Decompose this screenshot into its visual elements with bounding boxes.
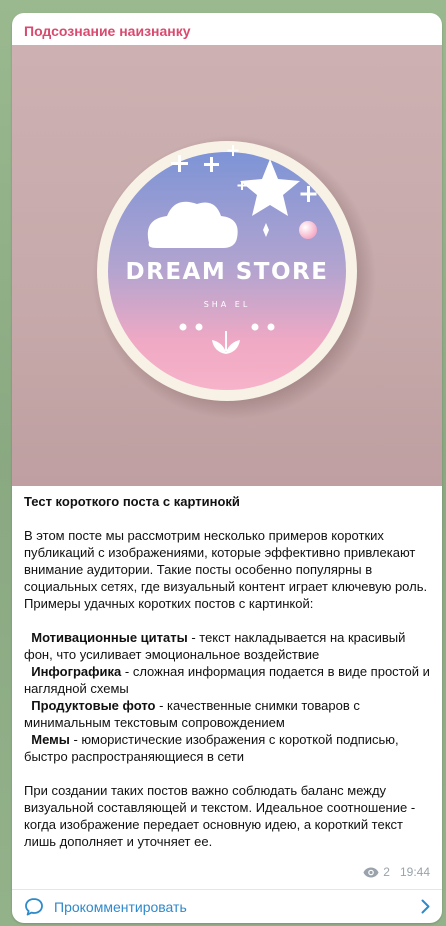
item-text: - юмористические изображения с короткой …: [24, 732, 403, 764]
eye-icon: [363, 867, 379, 877]
channel-name[interactable]: Подсознание наизнанку: [24, 23, 191, 39]
item-bold: Мотивационные цитаты: [31, 630, 188, 645]
post-title: Тест короткого поста с картинокй: [24, 494, 240, 509]
list-item: Инфографика - сложная информация подаетс…: [24, 663, 432, 697]
post-intro: В этом посте мы рассмотрим несколько при…: [24, 528, 428, 594]
message-bubble[interactable]: Подсознание наизнанку DREAM STORE SHA EL…: [12, 13, 442, 923]
examples-heading: Примеры удачных коротких постов с картин…: [24, 596, 314, 611]
list-item: Мотивационные цитаты - текст накладывает…: [24, 629, 432, 663]
message-time: 19:44: [399, 865, 430, 879]
comment-icon: [25, 897, 43, 915]
post-text: Тест короткого поста с картинокй В этом …: [24, 493, 432, 850]
post-image[interactable]: DREAM STORE SHA EL: [12, 45, 442, 486]
list-item: Мемы - юмористические изображения с коро…: [24, 731, 432, 765]
item-bold: Мемы: [31, 732, 70, 747]
message-meta: 2 19:44: [363, 865, 430, 879]
item-bold: Продуктовые фото: [31, 698, 156, 713]
views-count: 2: [383, 865, 390, 879]
item-bold: Инфографика: [31, 664, 122, 679]
dream-store-logo: DREAM STORE SHA EL: [92, 135, 376, 419]
list-item: Продуктовые фото - качественные снимки т…: [24, 697, 432, 731]
comment-button[interactable]: Прокомментировать: [12, 890, 442, 923]
post-conclusion: При создании таких постов важно соблюдат…: [24, 783, 419, 849]
comment-label[interactable]: Прокомментировать: [54, 899, 187, 915]
logo-subtitle: SHA EL: [204, 300, 251, 309]
chevron-right-icon: [421, 899, 430, 914]
logo-title: DREAM STORE: [126, 259, 329, 285]
